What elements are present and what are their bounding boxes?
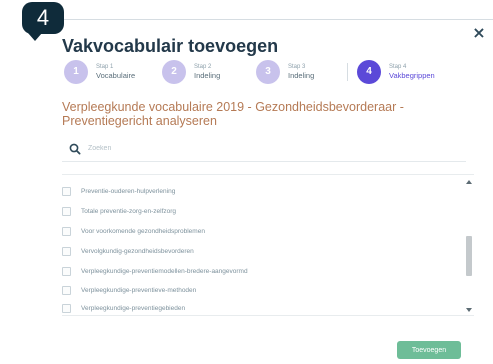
list-item-label: Totale preventie-zorg-en-zelfzorg	[81, 207, 177, 215]
step-kicker: Stap 3	[288, 64, 306, 70]
step-kicker: Stap 1	[96, 64, 114, 70]
search-box	[62, 136, 466, 162]
modal-title: Vakvocabulair toevoegen	[62, 36, 279, 56]
list-item[interactable]: Verpleegkundige-preventieve-methoden	[62, 283, 196, 297]
vocabulary-list: Preventie-ouderen-hulpverlening Totale p…	[62, 174, 474, 316]
step-kicker: Stap 4	[389, 64, 407, 70]
list-scrollbar[interactable]	[465, 178, 473, 312]
step-indeling-2[interactable]: 3 Stap 3 Indeling	[256, 59, 314, 85]
list-item-label: Verpleegkundige-preventiegebieden	[81, 304, 186, 312]
checkbox[interactable]	[62, 246, 71, 256]
step-label: Indeling	[194, 71, 221, 80]
step-circle: 3	[256, 60, 280, 84]
search-icon	[69, 143, 81, 155]
scroll-thumb[interactable]	[466, 236, 472, 276]
list-item-label: Verpleegkundige-preventiemodellen-breder…	[81, 267, 248, 275]
list-item-label: Vervolgkundig-gezondheidsbevorderen	[81, 247, 194, 255]
section-title: Verpleegkunde vocabulaire 2019 - Gezondh…	[62, 100, 404, 128]
list-item-label: Voor voorkomende gezondheidsproblemen	[81, 227, 205, 235]
close-icon[interactable]: ×	[472, 25, 486, 41]
add-vocabulary-modal: × Vakvocabulair toevoegen 1 Stap 1 Vocab…	[0, 0, 493, 364]
step-vakbegrippen[interactable]: 4 Stap 4 Vakbegrippen	[357, 59, 435, 85]
step-circle: 1	[64, 60, 88, 84]
list-item[interactable]: Preventie-ouderen-hulpverlening	[62, 184, 175, 198]
scroll-up-arrow-icon[interactable]	[466, 180, 472, 184]
search-input[interactable]	[88, 145, 448, 152]
checkbox[interactable]	[62, 206, 71, 216]
step-kicker: Stap 2	[194, 64, 212, 70]
list-item-label: Verpleegkundige-preventieve-methoden	[81, 286, 197, 294]
checkbox[interactable]	[62, 266, 71, 276]
step-indeling-1[interactable]: 2 Stap 2 Indeling	[162, 59, 220, 85]
step-circle: 2	[162, 60, 186, 84]
stepper: 1 Stap 1 Vocabulaire 2 Stap 2 Indeling 3…	[64, 59, 460, 87]
checkbox[interactable]	[62, 186, 71, 196]
step-separator	[347, 63, 348, 81]
scroll-down-arrow-icon[interactable]	[466, 308, 472, 312]
list-item[interactable]: Verpleegkundige-preventiemodellen-breder…	[62, 264, 248, 278]
list-item[interactable]: Vervolgkundig-gezondheidsbevorderen	[62, 244, 194, 258]
add-button[interactable]: Toevoegen	[397, 341, 461, 359]
list-item[interactable]: Voor voorkomende gezondheidsproblemen	[62, 224, 205, 238]
step-label: Vakbegrippen	[389, 71, 435, 80]
list-item-label: Preventie-ouderen-hulpverlening	[81, 187, 176, 195]
step-label: Vocabulaire	[96, 71, 136, 80]
checkbox[interactable]	[62, 303, 71, 313]
step-vocabulaire[interactable]: 1 Stap 1 Vocabulaire	[64, 59, 135, 85]
list-item[interactable]: Verpleegkundige-preventiegebieden	[62, 301, 185, 315]
step-circle: 4	[357, 60, 381, 84]
step-label: Indeling	[288, 71, 315, 80]
checkbox[interactable]	[62, 226, 71, 236]
list-item[interactable]: Totale preventie-zorg-en-zelfzorg	[62, 204, 176, 218]
checkbox[interactable]	[62, 285, 71, 295]
